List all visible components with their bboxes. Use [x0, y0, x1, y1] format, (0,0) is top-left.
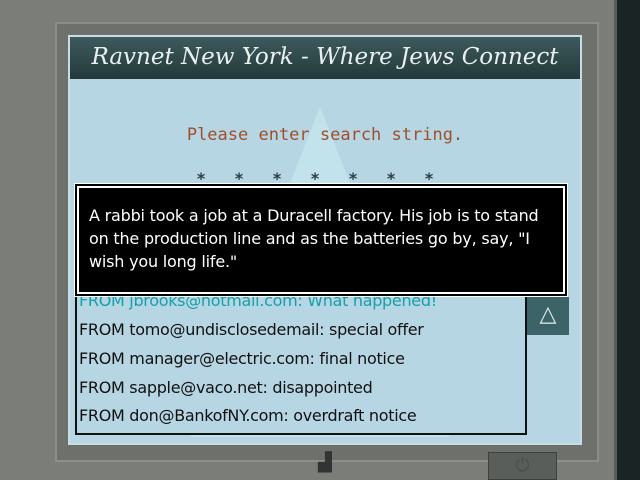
power-button[interactable]: ⏻: [488, 452, 557, 480]
email-item[interactable]: FROM tomo@undisclosedemail: special offe…: [79, 320, 424, 339]
up-arrow-icon: △: [539, 302, 557, 327]
joke-dialog[interactable]: A rabbi took a job at a Duracell factory…: [74, 183, 568, 297]
email-item[interactable]: FROM manager@electric.com: final notice: [79, 349, 405, 368]
email-item[interactable]: FROM sapple@vaco.net: disappointed: [79, 378, 373, 397]
power-icon: ⏻: [515, 455, 530, 476]
email-item[interactable]: FROM don@BankofNY.com: overdraft notice: [79, 406, 417, 425]
scroll-up-button[interactable]: △: [527, 297, 569, 335]
search-prompt: Please enter search string.: [186, 125, 464, 145]
window-icon[interactable]: ▟: [318, 452, 338, 473]
dialog-text: A rabbi took a job at a Duracell factory…: [75, 184, 567, 296]
email-list: FROM jbrooks@hotmail.com: What happened!…: [75, 285, 527, 435]
page-title: Ravnet New York - Where Jews Connect: [70, 37, 580, 79]
